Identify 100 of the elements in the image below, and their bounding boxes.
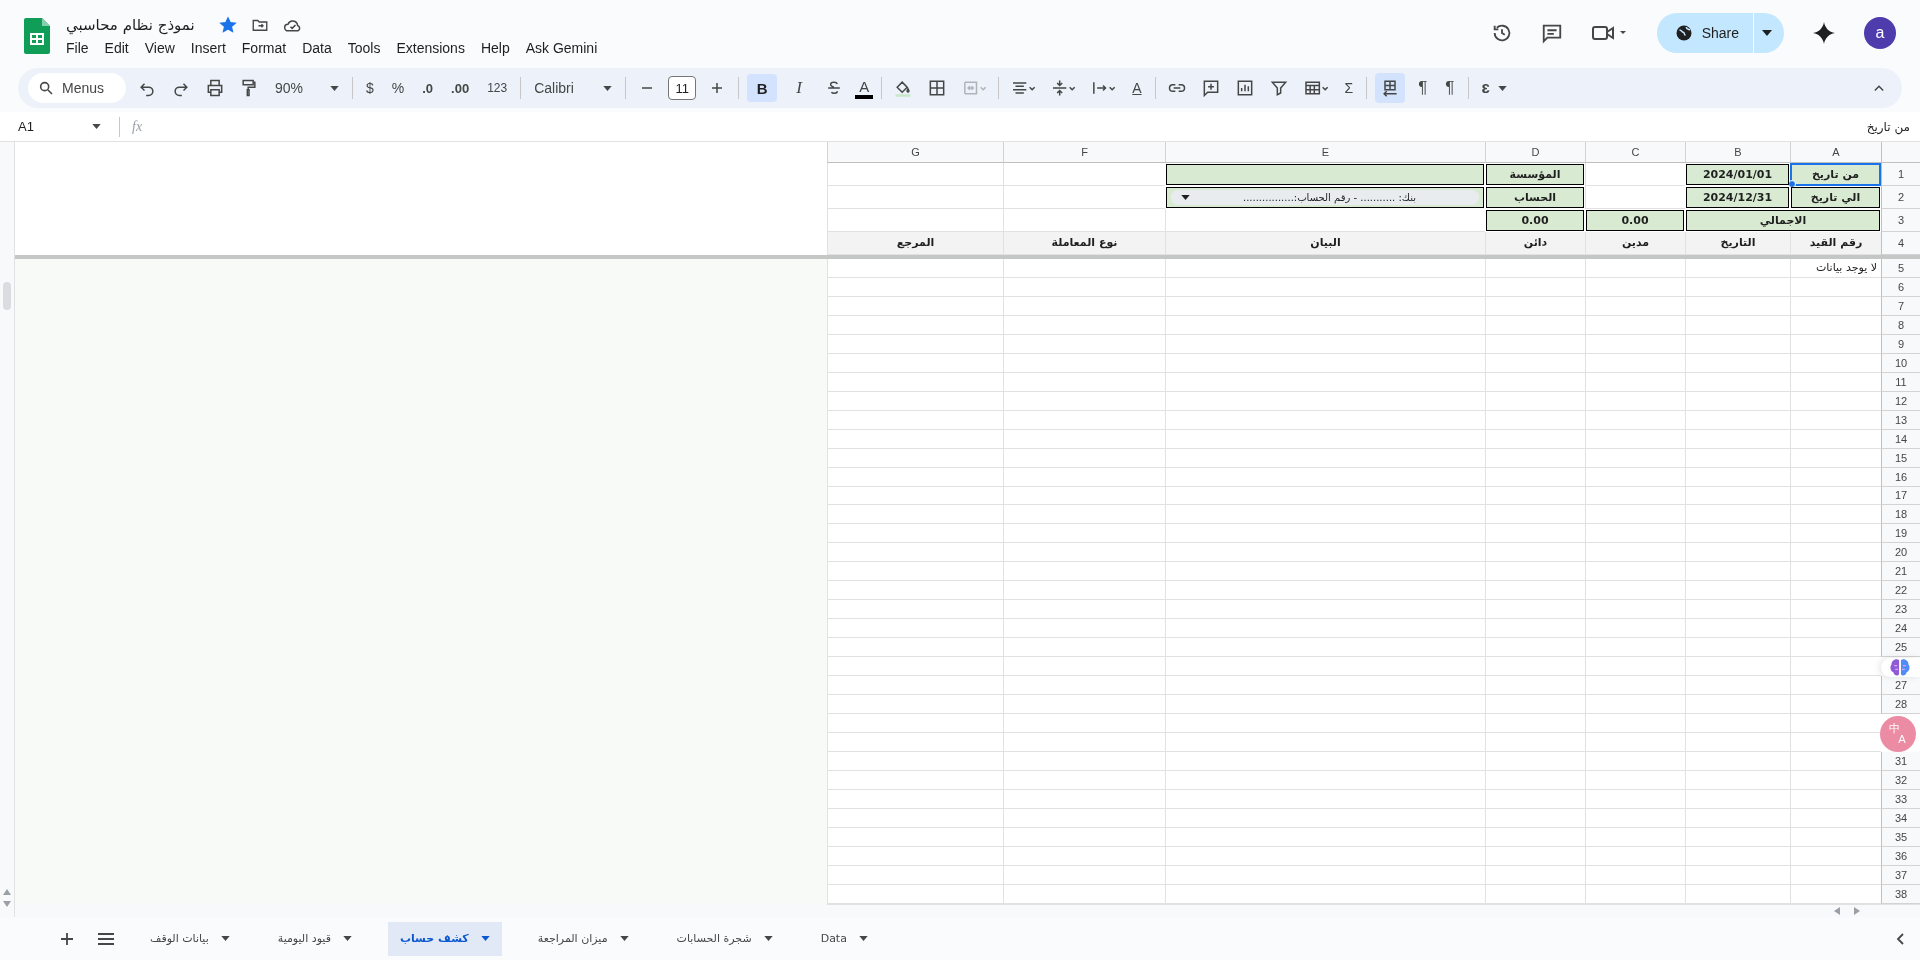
table-cell[interactable] [1685,296,1790,316]
table-cell[interactable] [827,638,1003,658]
table-cell[interactable] [827,752,1003,772]
table-cell[interactable] [1165,562,1485,582]
select-all-corner[interactable] [1881,142,1920,163]
table-cell[interactable] [1585,619,1685,639]
table-cell[interactable] [1485,429,1585,449]
row-header[interactable]: 22 [1881,581,1920,601]
table-cell[interactable] [1790,827,1881,847]
table-cell[interactable] [827,695,1003,715]
increase-decimal-button[interactable]: .00 [446,74,475,102]
table-cell[interactable] [1585,827,1685,847]
table-cell[interactable] [827,505,1003,525]
table-cell[interactable] [1165,353,1485,373]
table-cell[interactable] [1685,372,1790,392]
table-cell[interactable] [1003,277,1165,297]
row-header[interactable]: 32 [1881,771,1920,790]
table-cell[interactable] [1485,391,1585,411]
table-cell[interactable] [1585,315,1685,335]
table-cell[interactable] [827,524,1003,544]
table-cell[interactable] [1485,790,1585,809]
table-cell[interactable] [1485,752,1585,772]
row-header[interactable]: 25 [1881,638,1920,658]
table-cell[interactable] [827,296,1003,316]
document-title[interactable]: نموذج نظام محاسبي [66,16,195,34]
table-cell[interactable] [1585,429,1685,449]
table-cell[interactable] [1790,296,1881,316]
table-cell[interactable] [827,353,1003,373]
table-cell[interactable] [1685,619,1790,639]
table-cell[interactable] [1165,771,1485,790]
table-cell[interactable] [1485,581,1585,601]
table-cell[interactable] [1003,638,1165,658]
table-cell[interactable] [1003,524,1165,544]
scroll-down-icon[interactable] [3,901,11,907]
table-cell[interactable] [1485,524,1585,544]
table-cell[interactable] [1790,790,1881,809]
table-cell[interactable] [1165,790,1485,809]
brain-icon[interactable] [1881,658,1920,677]
table-cell[interactable] [1585,600,1685,620]
menu-item[interactable]: Ask Gemini [525,40,598,56]
sheet-tab[interactable]: ميزان المراجعة [525,921,641,956]
table-cell[interactable] [1790,733,1881,753]
scroll-left-icon[interactable] [1834,906,1840,915]
table-cell[interactable] [1685,638,1790,658]
table-cell[interactable] [1685,790,1790,809]
table-cell[interactable] [1485,600,1585,620]
table-cell[interactable] [1790,486,1881,506]
table-cell[interactable] [1685,486,1790,506]
font-dropdown[interactable]: Calibri [529,74,618,102]
table-cell[interactable] [1790,353,1881,373]
more-formats-button[interactable]: 123 [482,74,513,102]
table-cell[interactable] [1003,600,1165,620]
form-cell[interactable]: 0.00 [1586,209,1684,231]
name-box[interactable]: A1 [18,119,80,134]
table-cell[interactable] [1585,771,1685,790]
table-cell[interactable] [1790,771,1881,790]
table-cell[interactable] [1003,581,1165,601]
table-cell[interactable] [827,391,1003,411]
table-cell[interactable] [827,600,1003,620]
table-cell[interactable] [827,185,1003,209]
table-cell[interactable] [827,486,1003,506]
menu-item[interactable]: Edit [104,40,129,56]
table-cell[interactable] [1585,486,1685,506]
table-cell[interactable] [827,410,1003,430]
row-header[interactable]: 21 [1881,562,1920,582]
table-cell[interactable] [1485,277,1585,297]
table-cell[interactable] [1485,884,1585,904]
chevron-left-icon[interactable] [1896,932,1904,945]
all-sheets-menu-icon[interactable] [98,932,114,945]
table-cell[interactable] [1685,505,1790,525]
table-cell[interactable] [1685,676,1790,696]
table-cell[interactable] [1003,410,1165,430]
table-cell[interactable] [827,714,1003,734]
table-cell[interactable] [1685,448,1790,468]
table-cell[interactable] [1585,334,1685,354]
table-cell[interactable] [1165,581,1485,601]
table-cell[interactable] [827,277,1003,297]
currency-format-button[interactable]: $ [361,74,379,102]
table-cell[interactable] [1585,391,1685,411]
row-header[interactable]: 23 [1881,600,1920,620]
table-cell[interactable] [1685,827,1790,847]
table-cell[interactable] [1790,315,1881,335]
table-cell[interactable] [1585,296,1685,316]
form-cell[interactable]: الاجمالي [1686,209,1880,231]
table-cell[interactable] [1685,884,1790,904]
sheet-tab[interactable]: قيود اليومية [265,921,364,956]
table-cell[interactable] [1165,315,1485,335]
form-cell[interactable]: بنك: ........... - رقم الحساب:................ [1166,186,1484,208]
table-cell[interactable] [1485,410,1585,430]
table-cell[interactable] [1485,733,1585,753]
table-cell[interactable] [1585,846,1685,866]
table-cell[interactable] [1003,827,1165,847]
table-cell[interactable] [1585,808,1685,828]
sheets-logo-icon[interactable] [24,18,50,54]
table-cell[interactable] [1585,657,1685,677]
table-cell[interactable] [1165,827,1485,847]
row-header[interactable]: 33 [1881,790,1920,809]
table-cell[interactable] [1585,448,1685,468]
table-cell[interactable] [1485,486,1585,506]
percent-format-button[interactable]: % [386,74,410,102]
